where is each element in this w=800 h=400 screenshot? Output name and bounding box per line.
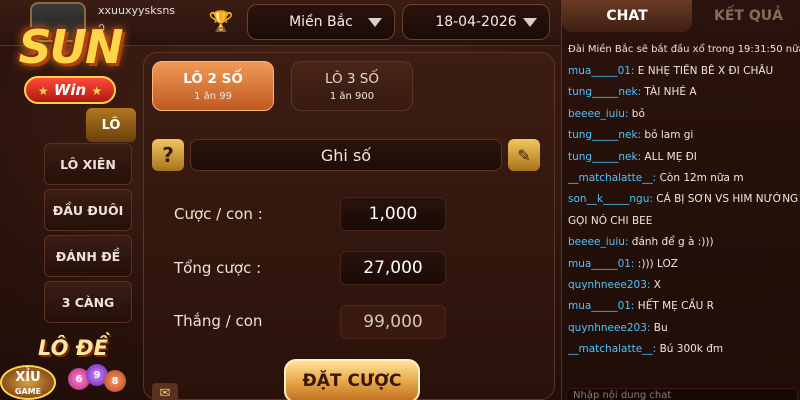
- win-per-unit-value: 99,000: [340, 305, 446, 339]
- tab-odds: 1 ăn 900: [329, 90, 375, 102]
- chat-message: mua_____01: E NHẸ TIỀN BÊ X ĐI CHÂU: [568, 64, 800, 78]
- date-select[interactable]: 18-04-2026: [402, 4, 550, 40]
- sidebar-item-label: LÔ XIÊN: [60, 156, 116, 172]
- chat-message: tung_____nek: TÀI NHÉ A: [568, 85, 800, 99]
- chat-message-text: HẾT MẸ CẦU R: [634, 300, 714, 313]
- chat-message: beeee_iuiu: đánh để g à :))): [568, 235, 800, 249]
- chat-message-author[interactable]: mua_____01:: [568, 65, 634, 77]
- chat-message: quynhneee203: Bu: [568, 321, 800, 335]
- chat-message-text: E NHẸ TIỀN BÊ X ĐI CHÂU: [634, 65, 774, 77]
- region-select[interactable]: Miền Bắc: [247, 4, 395, 40]
- star-icon: ★: [91, 84, 103, 98]
- tab-lo-2-so[interactable]: LÔ 2 SỐ 1 ăn 99: [152, 61, 274, 111]
- number-input[interactable]: Ghi số: [190, 139, 502, 171]
- chat-message: son__k_____ngu: CÁ BỊ SƠN VS HIM NƯỚNG: [568, 192, 800, 206]
- draw-countdown-notice: Đài Miền Bắc sẽ bắt đầu xổ trong 19:31:5…: [568, 44, 800, 55]
- bet-panel: LÔ 2 SỐ 1 ăn 99 LÔ 3 SỐ 1 ăn 900 ? Ghi s…: [143, 52, 555, 400]
- mini-game-button[interactable]: XỈU GAME: [0, 365, 56, 400]
- chat-message: tung_____nek: ALL MẸ ĐI: [568, 150, 800, 164]
- chat-message-author[interactable]: tung_____nek:: [568, 86, 641, 98]
- tab-title: LÔ 2 SỐ: [183, 70, 243, 87]
- tab-title: LÔ 3 SỐ: [324, 70, 380, 87]
- sidebar-item-label: ĐÁNH ĐỀ: [55, 248, 121, 264]
- chevron-down-icon: [368, 18, 382, 27]
- tab-lo-3-so[interactable]: LÔ 3 SỐ 1 ăn 900: [291, 61, 413, 111]
- chat-message-author[interactable]: quynhneee203:: [568, 279, 650, 291]
- chat-message-author[interactable]: mua_____01:: [568, 258, 634, 270]
- chat-message-author[interactable]: beeee_iuiu:: [568, 236, 628, 248]
- chat-message-text: TÀI NHÉ A: [641, 86, 697, 99]
- lotto-balls: 6 9 8: [68, 362, 128, 396]
- star-icon: ★: [37, 84, 49, 98]
- chat-message-text: Bu: [650, 321, 668, 334]
- chat-message: beeee_iuiu: bỏ: [568, 107, 800, 121]
- sidebar-item-lo-xien[interactable]: LÔ XIÊN: [44, 143, 132, 185]
- username: xxuuxyysksns: [98, 4, 176, 17]
- chat-message-author[interactable]: beeee_iuiu:: [568, 108, 628, 120]
- sidebar-item-dau-duoi[interactable]: ĐẦU ĐUÔI: [44, 189, 132, 231]
- chat-message: tung_____nek: bỏ lam gi: [568, 128, 800, 142]
- lotto-ball: 8: [104, 370, 126, 392]
- logo-brand: SUN: [18, 20, 124, 74]
- mini-game-sub: GAME: [14, 387, 42, 396]
- bet-per-unit-input[interactable]: 1,000: [340, 197, 446, 231]
- chat-message-text: bỏ lam gi: [641, 129, 694, 142]
- chat-message-author[interactable]: __matchalatte__:: [568, 343, 656, 355]
- help-button[interactable]: ?: [152, 139, 184, 171]
- tab-results[interactable]: KẾT QUẢ: [696, 0, 800, 32]
- chat-message-text: :))) LOZ: [634, 257, 678, 270]
- chat-message-text: bỏ: [628, 107, 645, 120]
- chat-message: __matchalatte__: Bú 300k đm: [568, 342, 800, 356]
- total-bet-label: Tổng cược :: [174, 259, 262, 277]
- chat-message-author[interactable]: tung_____nek:: [568, 129, 641, 141]
- chat-message-author[interactable]: son__k_____ngu:: [568, 193, 653, 205]
- chat-message-author[interactable]: __matchalatte__:: [568, 172, 656, 184]
- sunwin-logo: SUN ★ Win ★: [2, 20, 138, 140]
- chat-message: __matchalatte__: Còn 12m nữa m: [568, 171, 800, 185]
- chat-message-text: X: [650, 278, 661, 291]
- chat-message-author[interactable]: quynhneee203:: [568, 322, 650, 334]
- chat-message-text: Còn 12m nữa m: [656, 171, 744, 184]
- chat-message: GỌI NÓ CHI BEE: [568, 214, 800, 228]
- chat-message-author[interactable]: tung_____nek:: [568, 151, 641, 163]
- total-bet-value: 27,000: [340, 251, 446, 285]
- trophy-icon[interactable]: 🏆: [208, 8, 234, 34]
- sidebar-item-label: ĐẦU ĐUÔI: [52, 202, 124, 218]
- region-value: Miền Bắc: [289, 14, 353, 30]
- chat-message-text: Bú 300k đm: [656, 343, 724, 356]
- tab-odds: 1 ăn 99: [194, 90, 232, 102]
- mini-game-title: XỈU: [15, 370, 41, 385]
- chat-message-author[interactable]: mua_____01:: [568, 300, 634, 312]
- sidebar-item-label: 3 CÀNG: [61, 294, 115, 310]
- date-value: 18-04-2026: [435, 14, 517, 30]
- chat-message-list[interactable]: mua_____01: E NHẸ TIỀN BÊ X ĐI CHÂU tung_…: [568, 64, 800, 384]
- logo-sub: ★ Win ★: [24, 76, 116, 104]
- chat-message: mua_____01: HẾT MẸ CẦU R: [568, 299, 800, 313]
- chat-message: quynhneee203: X: [568, 278, 800, 292]
- tab-chat[interactable]: CHAT: [562, 0, 692, 32]
- chat-tabs: CHAT KẾT QUẢ: [562, 0, 800, 32]
- note-icon[interactable]: ✉: [152, 383, 178, 400]
- chevron-down-icon: [523, 18, 537, 27]
- bet-per-unit-label: Cược / con :: [174, 205, 263, 223]
- sidebar-item-danh-de[interactable]: ĐÁNH ĐỀ: [44, 235, 132, 277]
- win-per-unit-label: Thắng / con: [174, 312, 263, 330]
- logo-sub-text: Win: [53, 81, 87, 99]
- chat-message-text: ALL MẸ ĐI: [641, 150, 697, 163]
- chat-message-text: CÁ BỊ SƠN VS HIM NƯỚNG: [652, 193, 799, 206]
- chat-message: mua_____01: :))) LOZ: [568, 257, 800, 271]
- place-bet-button[interactable]: ĐẶT CƯỢC: [284, 359, 420, 400]
- chat-panel: CHAT KẾT QUẢ Đài Miền Bắc sẽ bắt đầu xổ …: [561, 0, 800, 400]
- chat-message-text: đánh để g à :))): [628, 236, 714, 249]
- chat-message-text: GỌI NÓ CHI BEE: [568, 214, 653, 227]
- chat-input[interactable]: Nhập nội dung chat: [566, 388, 798, 400]
- pencil-icon[interactable]: ✎: [508, 139, 540, 171]
- sidebar-item-3-cang[interactable]: 3 CÀNG: [44, 281, 132, 323]
